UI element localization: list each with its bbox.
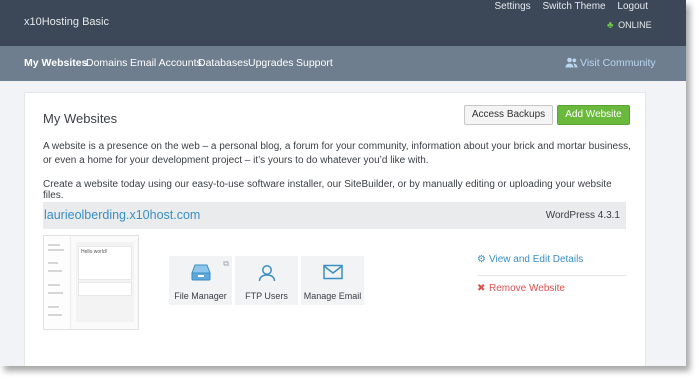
visit-community-link[interactable]: Visit Community [565,57,656,69]
switch-theme-link[interactable]: Switch Theme [542,1,605,12]
description-text: A website is a presence on the web – a p… [43,141,631,166]
my-websites-panel: My Websites Access Backups Add Website A… [24,92,646,366]
nav-item-databases[interactable]: Databases [198,57,248,69]
page-title: My Websites [43,111,118,126]
nav-item-my-websites[interactable]: My Websites [24,57,87,69]
add-website-button[interactable]: Add Website [557,105,630,125]
nav-item-domains[interactable]: Domains [86,57,127,69]
remove-website-link[interactable]: ✖ Remove Website [477,282,627,304]
thumbnail-post-comment [78,282,132,296]
brand-title: x10Hosting Basic [24,16,109,28]
thumbnail-post-title: Hello world! [81,249,108,255]
website-actions: ⚙ View and Edit Details ✖ Remove Website [477,253,627,304]
website-header: laurieolberding.x10host.com WordPress 4.… [43,202,626,229]
top-bar: x10Hosting Basic Settings Switch Theme L… [0,0,686,46]
top-links: Settings Switch Theme Logout [486,1,648,12]
thumbnail-sidebar [44,236,71,329]
software-version: WordPress 4.3.1 [545,210,620,221]
cta-text: Create a website today using our easy-to… [43,179,612,201]
gear-icon: ⚙ [477,254,486,265]
website-thumbnail[interactable]: Hello world! [43,235,139,330]
visit-community-label: Visit Community [580,57,656,69]
nav-item-support[interactable]: Support [296,57,333,69]
file-manager-label: File Manager [174,291,227,301]
file-manager-button[interactable]: ⧉ File Manager [169,256,232,305]
nav-item-email-accounts[interactable]: Email Accounts [130,57,202,69]
mail-icon [322,264,343,280]
close-icon: ✖ [477,283,486,294]
manage-email-button[interactable]: Manage Email [301,256,364,305]
nav-item-upgrades[interactable]: Upgrades [248,57,294,69]
ftp-users-label: FTP Users [245,291,288,301]
leaf-icon: ♣ [607,20,614,31]
remove-website-label: Remove Website [489,283,565,294]
ftp-users-icon [258,265,275,282]
settings-link[interactable]: Settings [495,1,531,12]
status-badge: ♣ ONLINE [607,20,652,31]
ftp-users-button[interactable]: FTP Users [235,256,298,305]
view-edit-details-link[interactable]: ⚙ View and Edit Details [477,253,627,276]
website-domain-link[interactable]: laurieolberding.x10host.com [44,208,200,222]
file-manager-icon [190,264,211,281]
status-text: ONLINE [618,20,652,30]
manage-email-label: Manage Email [303,291,362,301]
view-edit-details-label: View and Edit Details [489,254,584,265]
app-window: x10Hosting Basic Settings Switch Theme L… [0,0,686,366]
main-nav: My Websites Domains Email Accounts Datab… [0,46,686,81]
access-backups-button[interactable]: Access Backups [464,105,553,125]
logout-link[interactable]: Logout [617,1,648,12]
users-icon [565,57,578,68]
